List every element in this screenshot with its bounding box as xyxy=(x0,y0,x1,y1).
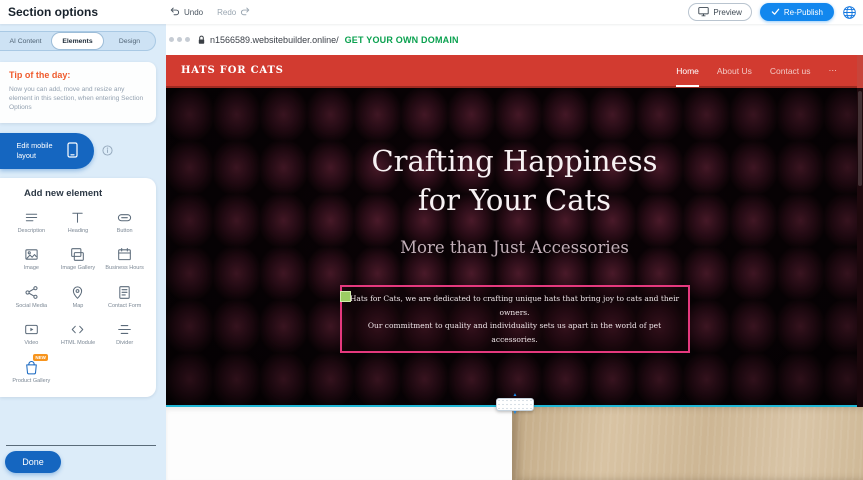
add-element-business-hours[interactable]: Business Hours xyxy=(101,245,148,272)
get-domain-link[interactable]: GET YOUR OWN DOMAIN xyxy=(345,35,459,45)
preview-button[interactable]: Preview xyxy=(688,3,751,21)
hero-body-line: Our commitment to quality and individual… xyxy=(350,319,680,346)
button-icon xyxy=(117,208,132,225)
tab-ai-content[interactable]: AI Content xyxy=(0,32,51,50)
hero-section[interactable]: Crafting Happiness for Your Cats More th… xyxy=(166,88,863,405)
redo-button[interactable]: Redo xyxy=(217,7,250,18)
site-logo[interactable]: HATS FOR CATS xyxy=(181,65,284,76)
add-element-button[interactable]: Button xyxy=(101,208,148,235)
redo-icon xyxy=(240,7,250,18)
lock-icon xyxy=(197,35,206,45)
tab-design[interactable]: Design xyxy=(104,32,155,50)
add-element-heading[interactable]: Heading xyxy=(55,208,102,235)
app-window: Section options Undo Redo Preview xyxy=(0,0,863,480)
nav-about-us[interactable]: About Us xyxy=(717,55,752,86)
undo-label: Undo xyxy=(184,8,203,17)
hero-textbox-selected[interactable]: Hats for Cats, we are dedicated to craft… xyxy=(340,285,690,353)
add-element-grid: Description Heading Button Image xyxy=(8,208,148,385)
undo-icon xyxy=(170,7,180,18)
resize-down-arrow-icon: ▼ xyxy=(513,411,518,416)
text-lines-icon xyxy=(24,208,39,225)
topbar: Section options Undo Redo Preview xyxy=(0,0,863,24)
code-icon xyxy=(70,320,85,337)
hero-subheadline[interactable]: More than Just Accessories xyxy=(166,238,863,257)
page-title: Section options xyxy=(8,5,98,19)
tip-title: Tip of the day: xyxy=(9,70,147,80)
done-button[interactable]: Done xyxy=(5,451,61,473)
edit-mobile-label: Edit mobile layout xyxy=(17,141,61,160)
tab-elements[interactable]: Elements xyxy=(52,33,103,49)
hero-content: Crafting Happiness for Your Cats More th… xyxy=(166,88,863,353)
nav-more-icon[interactable]: ⋯ xyxy=(829,55,838,86)
add-element-title: Add new element xyxy=(8,188,148,199)
calendar-icon xyxy=(117,245,132,262)
sidebar-tabs: AI Content Elements Design xyxy=(0,31,156,51)
check-icon xyxy=(771,7,780,18)
form-icon xyxy=(117,283,132,300)
add-element-social-media[interactable]: Social Media xyxy=(8,283,55,310)
sidebar: AI Content Elements Design Tip of the da… xyxy=(0,24,166,480)
sidebar-divider xyxy=(6,445,156,446)
site-nav: Home About Us Contact us ⋯ xyxy=(676,55,837,86)
shopping-bag-icon: NEW xyxy=(24,358,39,375)
history-controls: Undo Redo xyxy=(170,7,250,18)
browser-bar: n1566589.websitebuilder.online/ GET YOUR… xyxy=(166,24,863,55)
add-element-map[interactable]: Map xyxy=(55,283,102,310)
browser-dots xyxy=(169,37,190,42)
site-scrollbar[interactable] xyxy=(857,55,863,407)
next-section[interactable] xyxy=(166,407,863,480)
republish-label: Re-Publish xyxy=(784,8,823,17)
map-pin-icon xyxy=(70,283,85,300)
browser-dot xyxy=(169,37,174,42)
tip-body: Now you can add, move and resize any ele… xyxy=(9,85,147,113)
image-gallery-icon xyxy=(70,245,85,262)
nav-contact-us[interactable]: Contact us xyxy=(770,55,811,86)
heading-icon xyxy=(70,208,85,225)
nav-home[interactable]: Home xyxy=(676,56,699,87)
redo-label: Redo xyxy=(217,8,236,17)
video-icon xyxy=(24,320,39,337)
undo-button[interactable]: Undo xyxy=(170,7,203,18)
editor-canvas: n1566589.websitebuilder.online/ GET YOUR… xyxy=(166,24,863,480)
image-icon xyxy=(24,245,39,262)
divider-icon xyxy=(117,320,132,337)
site-preview: HATS FOR CATS Home About Us Contact us ⋯… xyxy=(166,55,863,480)
add-element-image-gallery[interactable]: Image Gallery xyxy=(55,245,102,272)
topbar-actions: Preview Re-Publish xyxy=(688,3,857,21)
edit-mobile-row: Edit mobile layout xyxy=(0,133,166,169)
add-element-product-gallery[interactable]: NEW Product Gallery xyxy=(8,358,55,385)
drag-handle[interactable] xyxy=(340,291,351,302)
new-badge: NEW xyxy=(33,354,48,361)
republish-button[interactable]: Re-Publish xyxy=(760,3,834,21)
site-url: n1566589.websitebuilder.online/ xyxy=(210,35,339,45)
add-element-panel: Add new element Description Heading Butt… xyxy=(0,178,156,397)
add-element-video[interactable]: Video xyxy=(8,320,55,347)
site-header: HATS FOR CATS Home About Us Contact us ⋯ xyxy=(166,55,863,88)
preview-label: Preview xyxy=(713,8,741,17)
add-element-description[interactable]: Description xyxy=(8,208,55,235)
tip-of-the-day-card: Tip of the day: Now you can add, move an… xyxy=(0,62,156,123)
share-icon xyxy=(24,283,39,300)
add-element-contact-form[interactable]: Contact Form xyxy=(101,283,148,310)
add-element-html-module[interactable]: HTML Module xyxy=(55,320,102,347)
add-element-image[interactable]: Image xyxy=(8,245,55,272)
hero-body-line: Hats for Cats, we are dedicated to craft… xyxy=(350,292,680,319)
mobile-phone-icon xyxy=(67,142,78,160)
hero-headline[interactable]: Crafting Happiness for Your Cats xyxy=(350,142,680,220)
monitor-icon xyxy=(698,6,709,19)
info-icon[interactable] xyxy=(102,145,113,156)
edit-mobile-layout-button[interactable]: Edit mobile layout xyxy=(0,133,94,169)
browser-dot xyxy=(185,37,190,42)
language-globe-icon[interactable] xyxy=(842,5,857,20)
next-section-image xyxy=(512,407,863,480)
section-resize-handle[interactable]: ▲ ▼ xyxy=(496,393,534,416)
add-element-divider[interactable]: Divider xyxy=(101,320,148,347)
scrollbar-thumb[interactable] xyxy=(858,91,862,186)
browser-dot xyxy=(177,37,182,42)
